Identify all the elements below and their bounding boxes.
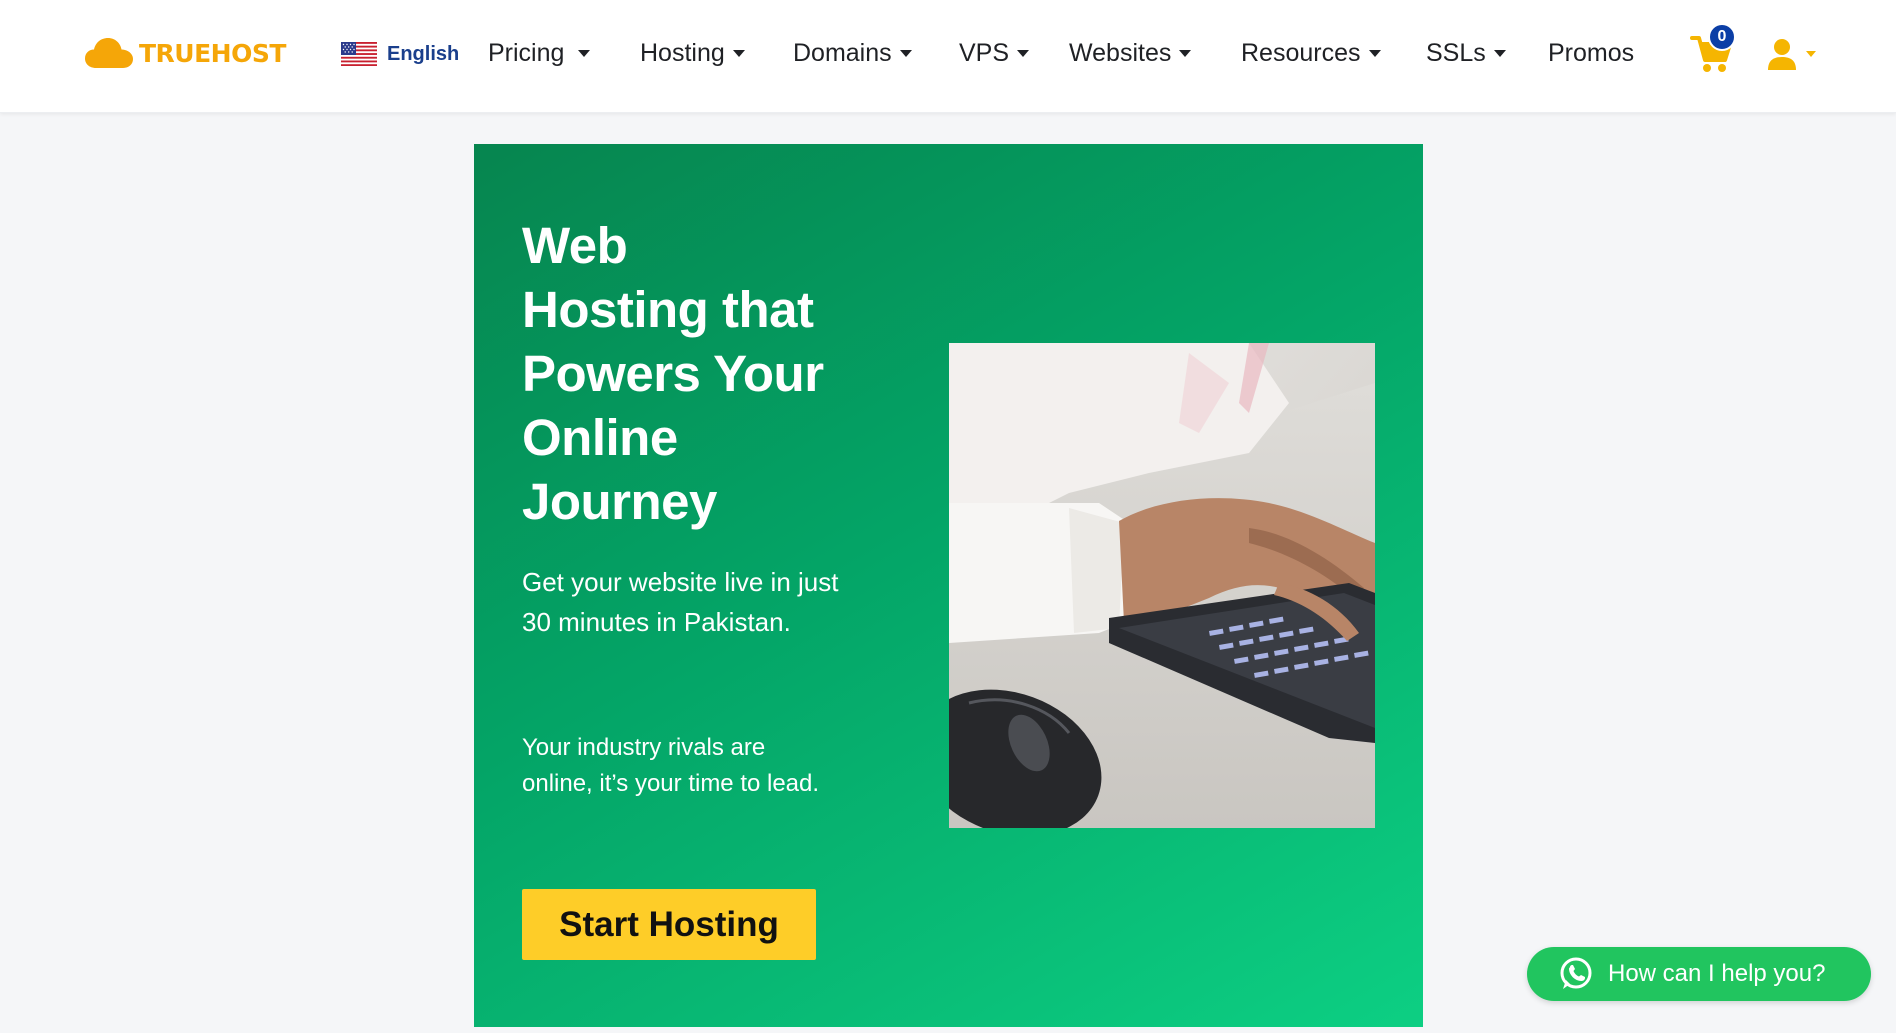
nav-item-label: VPS [959, 38, 1010, 67]
start-hosting-button[interactable]: Start Hosting [522, 889, 816, 960]
chevron-down-icon [732, 49, 745, 57]
nav-item-domains[interactable]: Domains [793, 33, 912, 73]
logo-text: TRUEHOST [139, 38, 286, 68]
nav-item-hosting[interactable]: Hosting [640, 33, 745, 73]
language-selector[interactable]: English [341, 40, 459, 68]
chevron-down-icon [578, 49, 591, 57]
whatsapp-icon [1560, 957, 1592, 989]
user-icon [1768, 39, 1796, 70]
hero-title: Web Hosting that Powers Your Online Jour… [522, 214, 852, 534]
nav-item-resources[interactable]: Resources [1241, 33, 1381, 73]
nav-item-websites[interactable]: Websites [1069, 33, 1192, 73]
laptop-typing-illustration [949, 343, 1375, 828]
hero-image [949, 343, 1375, 828]
chevron-down-icon [1493, 49, 1506, 57]
chat-label: How can I help you? [1608, 960, 1826, 987]
whatsapp-chat-button[interactable]: How can I help you? [1527, 947, 1871, 1001]
truehost-logo[interactable]: TRUEHOST [85, 36, 286, 70]
nav-item-vps[interactable]: VPS [959, 33, 1030, 73]
nav-item-label: Hosting [640, 38, 725, 67]
hero-banner: Web Hosting that Powers Your Online Jour… [474, 144, 1423, 1027]
cart-count-badge: 0 [1708, 23, 1736, 51]
us-flag-icon [341, 42, 377, 66]
nav-item-pricing[interactable]: Pricing [488, 33, 591, 73]
chevron-down-icon [899, 49, 912, 57]
hero-title-line: Hosting that [522, 281, 814, 338]
account-menu[interactable] [1768, 36, 1816, 72]
nav-item-label: Promos [1548, 38, 1635, 67]
hero-title-line: Journey [522, 473, 717, 530]
language-label: English [387, 42, 460, 65]
hero-title-line: Powers Your [522, 345, 824, 402]
nav-item-label: Domains [793, 38, 892, 67]
nav-item-label: Pricing [488, 38, 565, 67]
hero-title-line: Web [522, 217, 628, 274]
nav-item-label: Resources [1241, 38, 1361, 67]
chevron-down-icon [1179, 49, 1192, 57]
chevron-down-icon [1017, 49, 1030, 57]
site-header: TRUEHOST English Pricing Hosting Domains… [0, 0, 1896, 113]
nav-item-label: Websites [1069, 38, 1172, 67]
hero-tagline: Your industry rivals are online, it’s yo… [522, 734, 820, 797]
hero-subtitle: Get your website live in just 30 minutes… [522, 567, 839, 637]
nav-item-label: SSLs [1426, 38, 1486, 67]
chevron-down-icon [1368, 49, 1381, 57]
chevron-down-icon [1806, 51, 1816, 57]
nav-item-ssls[interactable]: SSLs [1426, 33, 1506, 73]
cloud-logo-icon [85, 38, 133, 68]
hero-title-line: Online [522, 409, 678, 466]
nav-item-promos[interactable]: Promos [1548, 33, 1634, 73]
